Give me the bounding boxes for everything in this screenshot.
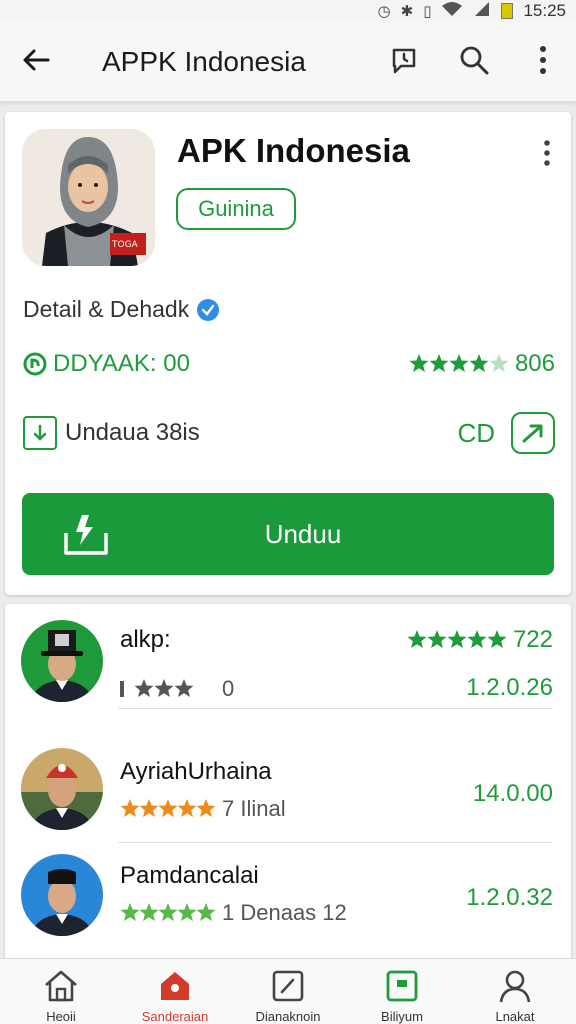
category-badge[interactable]: Guinina [176, 188, 296, 230]
signal-icon [473, 1, 491, 21]
rating-count: 806 [514, 350, 555, 377]
list-item-rating-count: 722 [512, 626, 553, 653]
battery-icon [501, 3, 514, 19]
rating-stars-icon [120, 679, 194, 697]
back-arrow-icon[interactable] [18, 42, 54, 78]
download-count-icon [23, 352, 47, 376]
nav-sanderaian[interactable]: Sanderaian [130, 969, 220, 1024]
list-item-name: Pamdancalai [120, 862, 259, 889]
download-box-icon [23, 416, 57, 450]
svg-text:TOGA: TOGA [111, 240, 139, 250]
more-vert-icon[interactable] [525, 42, 561, 78]
cd-label: CD [457, 417, 495, 448]
list-item-version: 1.2.0.26 [466, 674, 553, 701]
avatar [21, 620, 103, 702]
detail-row: Detail & Dehadk [23, 296, 220, 323]
alarm-icon: ◷ [377, 3, 391, 20]
avatar [21, 854, 103, 936]
bluetooth-icon: ✱ [400, 3, 414, 20]
card-more-icon[interactable] [535, 138, 559, 168]
nav-label: Sanderaian [141, 1009, 209, 1024]
size-text: Undaua 38is [65, 419, 200, 446]
nav-label: Heoii [46, 1009, 76, 1024]
list-item-name: alkp: [120, 626, 171, 653]
related-apps-card: alkp: 0 722 1.2.0.26 AyriahUrhaina 7 Ili… [5, 604, 571, 964]
bottom-nav: Heoii Sanderaian Dianaknoin Biliyum Lnak… [0, 958, 576, 1024]
stats-row: DDYAAK: 00 806 [23, 348, 555, 380]
list-item[interactable]: Pamdancalai 1 Denaas 12 1.2.0.32 [5, 844, 571, 949]
rating-stars-icon [120, 799, 216, 817]
list-item-version: 1.2.0.32 [466, 884, 553, 911]
nav-label: Dianaknoin [255, 1009, 321, 1024]
history-icon[interactable] [386, 42, 422, 78]
divider [118, 708, 553, 709]
wifi-icon [441, 1, 463, 21]
library-icon [386, 970, 418, 1002]
divider [118, 842, 553, 843]
list-item-sub-text: 1 Denaas 12 [222, 900, 347, 925]
rating-stars-icon [120, 903, 216, 921]
list-item-sub-text: 0 [222, 676, 235, 701]
install-label: Unduu [264, 519, 342, 549]
verified-icon [197, 298, 220, 321]
share-button[interactable] [511, 412, 555, 454]
rating-stars-icon [407, 630, 507, 648]
size-info: Undaua 38is [23, 416, 200, 450]
nav-label: Biliyum [381, 1009, 423, 1024]
nav-home[interactable]: Heoii [16, 969, 106, 1024]
status-bar: ◷ ✱ ▯ 15:25 [0, 0, 576, 22]
list-item-sub: 0 [120, 676, 234, 702]
page-title: APPK Indonesia [102, 46, 306, 77]
detail-text: Detail & Dehadk [23, 296, 190, 322]
nav-lnakat[interactable]: Lnakat [470, 969, 560, 1024]
downloads-stat: DDYAAK: 00 [23, 350, 190, 378]
list-item-sub: 7 Ilinal [120, 796, 286, 822]
vibrate-icon: ▯ [423, 3, 432, 20]
list-item[interactable]: AyriahUrhaina 7 Ilinal 14.0.00 [5, 738, 571, 843]
app-icon: TOGA [22, 129, 155, 266]
rating-stat: 806 [409, 350, 555, 378]
nav-dianaknoin[interactable]: Dianaknoin [243, 969, 333, 1024]
store-icon [161, 972, 189, 1000]
list-item-rating: 722 [407, 626, 553, 654]
list-item-sub-text: 7 Ilinal [222, 796, 286, 821]
list-item-sub: 1 Denaas 12 [120, 900, 347, 926]
install-button[interactable]: Unduu [22, 493, 554, 575]
home-icon [45, 970, 77, 1002]
nav-biliyum[interactable]: Biliyum [357, 969, 447, 1024]
list-item-name: AyriahUrhaina [120, 758, 272, 785]
status-time: 15:25 [523, 1, 566, 20]
person-icon [499, 970, 531, 1003]
list-item[interactable]: alkp: 0 722 1.2.0.26 [5, 604, 571, 709]
app-detail-card: TOGA APK Indonesia Guinina Detail & Deha… [5, 112, 571, 595]
app-name: APK Indonesia [177, 132, 410, 169]
search-icon[interactable] [456, 42, 492, 78]
list-item-version: 14.0.00 [472, 780, 553, 807]
edit-icon [272, 970, 304, 1002]
downloads-text: DDYAAK: 00 [53, 350, 190, 377]
size-row: Undaua 38is CD [23, 412, 555, 454]
app-bar: APPK Indonesia [0, 22, 576, 102]
avatar [21, 748, 103, 830]
rating-stars-icon [409, 353, 509, 375]
nav-label: Lnakat [495, 1009, 535, 1024]
share-arrow-icon [522, 424, 543, 443]
